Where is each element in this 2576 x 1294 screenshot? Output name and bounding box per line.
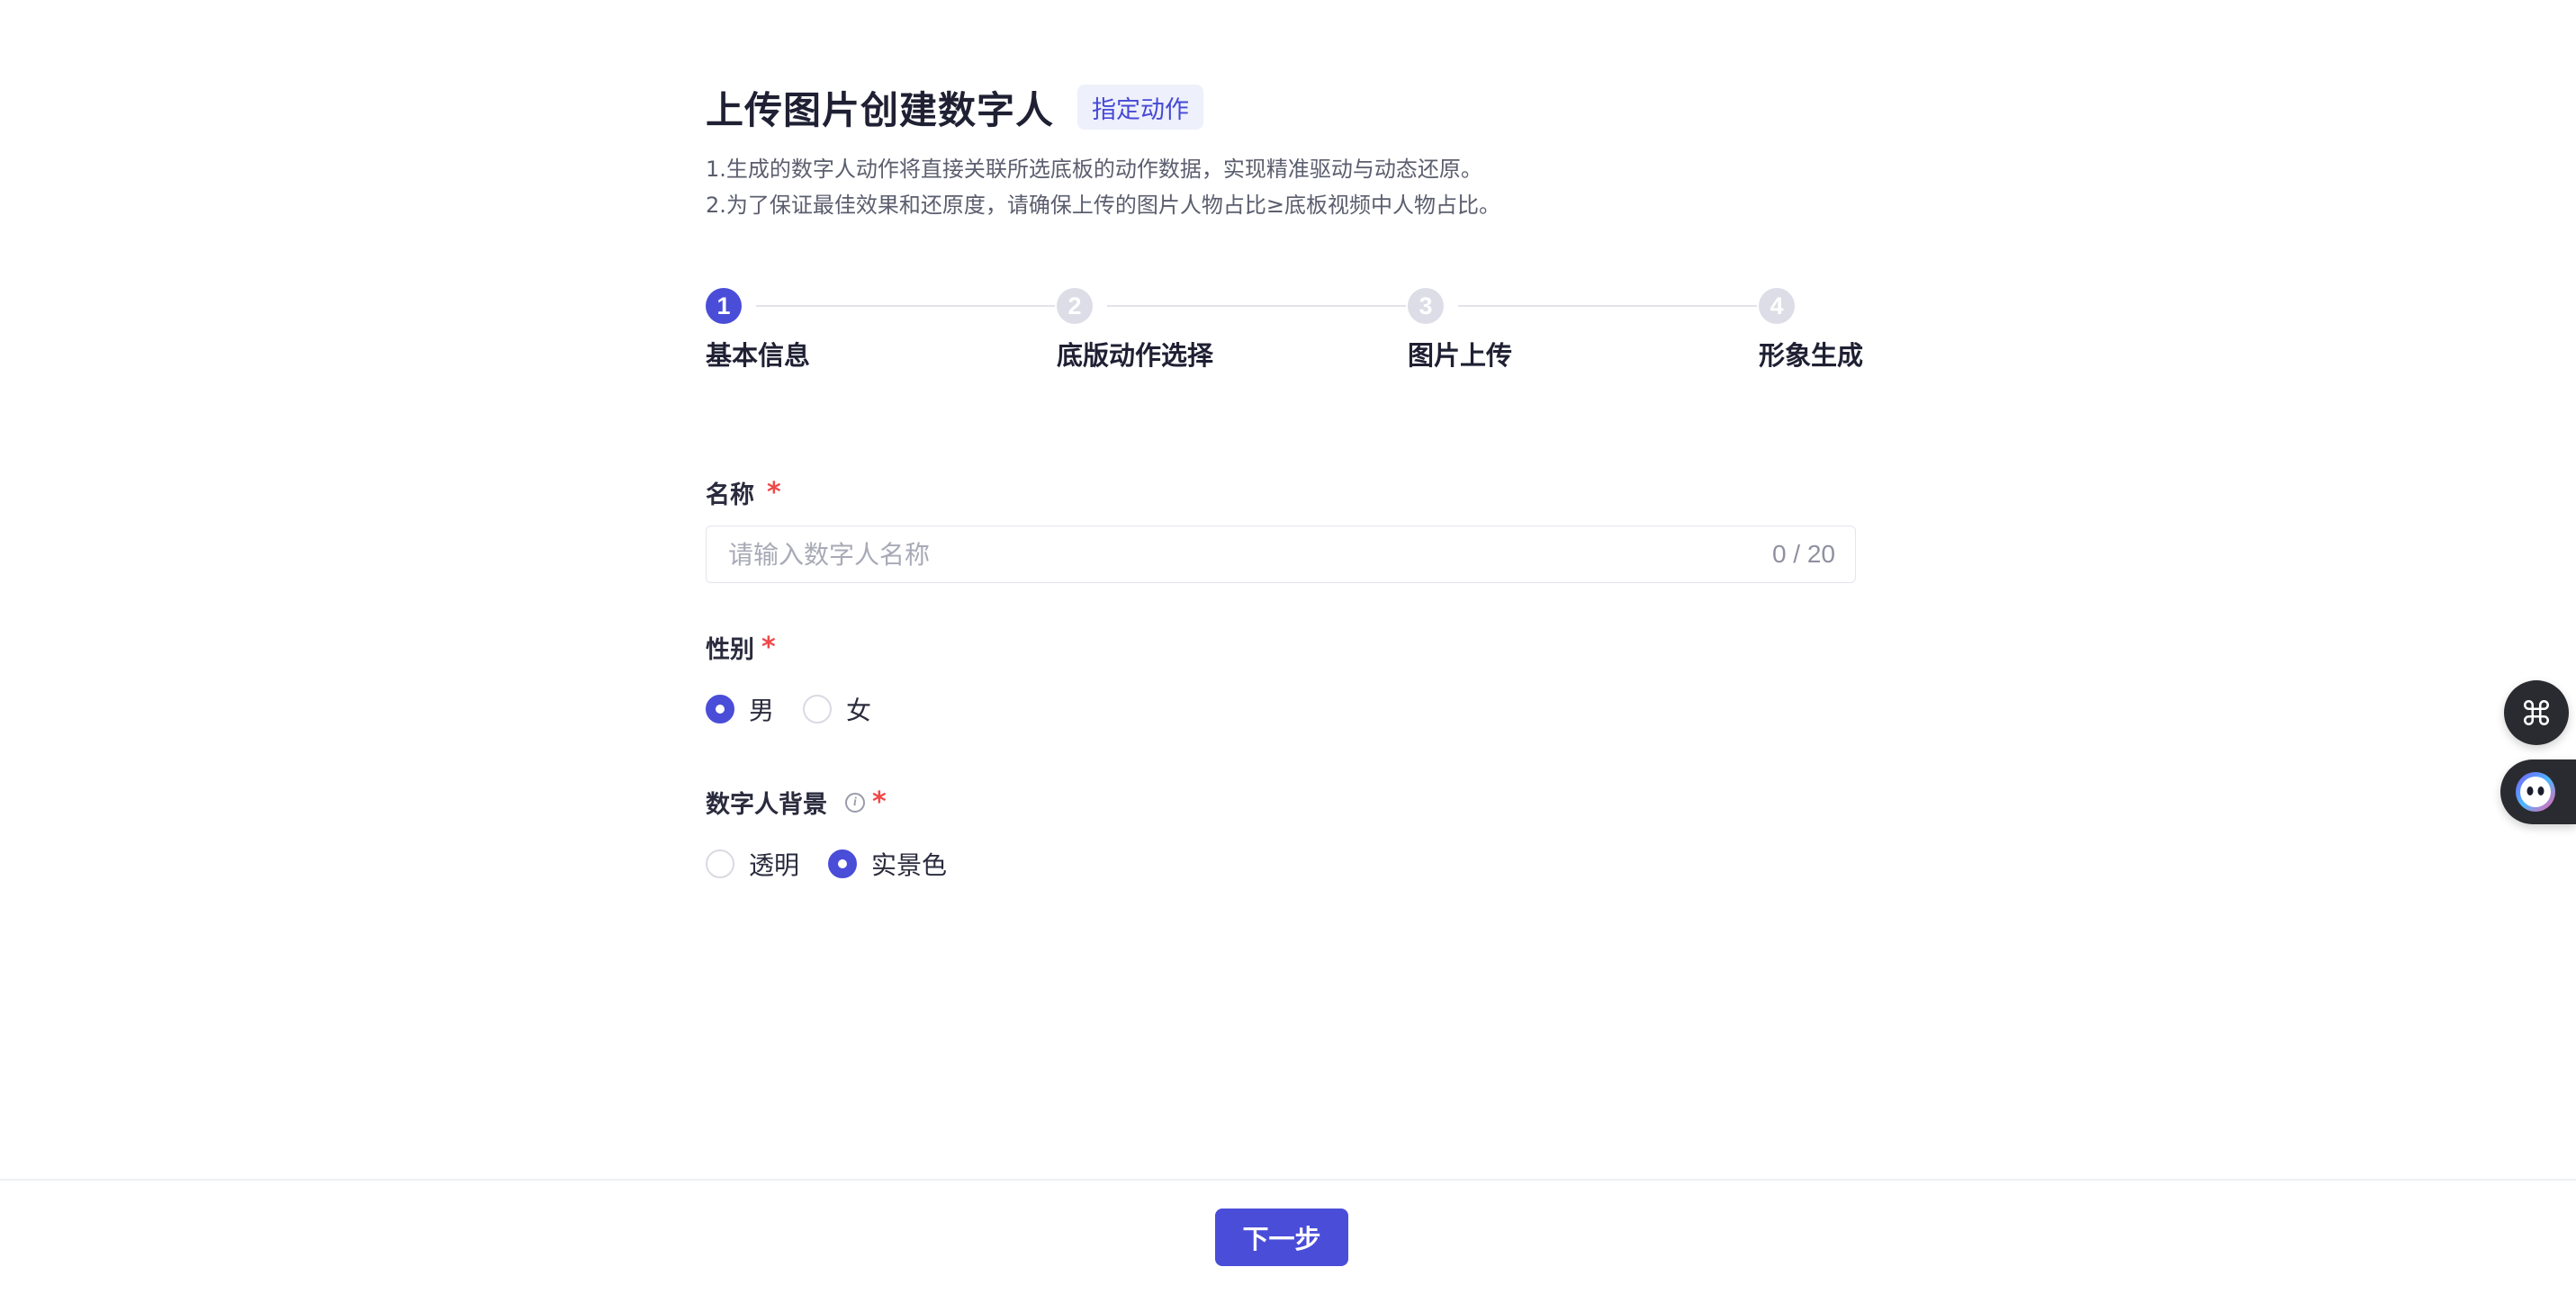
radio-label: 实景色 — [871, 850, 948, 880]
radio-button[interactable] — [706, 695, 734, 723]
page-title: 上传图片创建数字人 — [706, 87, 1055, 132]
step-label: 形象生成 — [1759, 340, 1864, 371]
background-radio-group: 透明 实景色 — [706, 848, 976, 880]
footer-divider — [0, 1179, 2576, 1181]
stepper: 1 基本信息 2 底版动作选择 3 图片上传 4 形象生成 — [706, 288, 1863, 371]
step-number: 1 — [706, 288, 742, 324]
step-connector — [756, 305, 1055, 307]
command-icon — [2523, 699, 2550, 726]
gender-radio-group: 男 女 — [706, 693, 900, 725]
description-line-1: 1.生成的数字人动作将直接关联所选底板的动作数据，实现精准驱动与动态还原。 — [706, 157, 1482, 182]
name-input-box: 0 / 20 — [706, 526, 1856, 583]
gender-option-male[interactable]: 男 — [706, 691, 774, 727]
background-option-scene[interactable]: 实景色 — [828, 846, 947, 882]
required-mark: * — [767, 476, 781, 508]
radio-button[interactable] — [828, 849, 858, 878]
name-input[interactable] — [728, 526, 1700, 582]
required-mark: * — [872, 786, 887, 818]
step-label: 底版动作选择 — [1057, 340, 1214, 371]
char-counter: 0 / 20 — [1771, 540, 1835, 568]
step-3: 3 图片上传 — [1408, 288, 1512, 371]
name-label-text: 名称 — [706, 481, 754, 509]
background-label: 数字人背景 i * — [706, 785, 887, 820]
next-step-button[interactable]: 下一步 — [1215, 1209, 1348, 1266]
description: 1.生成的数字人动作将直接关联所选底板的动作数据，实现精准驱动与动态还原。 2.… — [706, 151, 1500, 223]
background-label-text: 数字人背景 — [706, 791, 827, 819]
name-label: 名称 * — [706, 475, 781, 510]
step-2: 2 底版动作选择 — [1057, 288, 1213, 371]
page: 上传图片创建数字人 指定动作 1.生成的数字人动作将直接关联所选底板的动作数据，… — [0, 0, 2576, 1294]
step-connector — [1107, 305, 1406, 307]
step-4: 4 形象生成 — [1759, 288, 1863, 371]
step-number: 2 — [1057, 288, 1093, 324]
step-label: 基本信息 — [706, 340, 811, 371]
radio-label: 男 — [749, 696, 775, 725]
gender-option-female[interactable]: 女 — [803, 691, 871, 727]
mode-tag: 指定动作 — [1077, 85, 1204, 130]
step-1: 1 基本信息 — [706, 288, 810, 371]
command-button[interactable] — [2504, 680, 2569, 745]
info-icon[interactable]: i — [845, 792, 865, 813]
step-connector — [1458, 305, 1757, 307]
description-line-2: 2.为了保证最佳效果和还原度，请确保上传的图片人物占比≥底板视频中人物占比。 — [706, 193, 1501, 218]
radio-button[interactable] — [803, 695, 833, 723]
radio-label: 透明 — [749, 850, 800, 880]
title-row: 上传图片创建数字人 指定动作 — [706, 79, 1204, 135]
radio-button[interactable] — [706, 849, 734, 878]
radio-label: 女 — [846, 696, 872, 725]
assistant-bot-icon — [2516, 772, 2555, 812]
step-label: 图片上传 — [1408, 340, 1513, 371]
step-number: 3 — [1408, 288, 1444, 324]
assistant-button[interactable] — [2500, 759, 2576, 824]
required-mark: * — [761, 631, 776, 663]
step-number: 4 — [1759, 288, 1795, 324]
gender-label-text: 性别 — [706, 636, 754, 664]
gender-label: 性别 * — [706, 630, 776, 665]
background-option-transparent[interactable]: 透明 — [706, 846, 799, 882]
